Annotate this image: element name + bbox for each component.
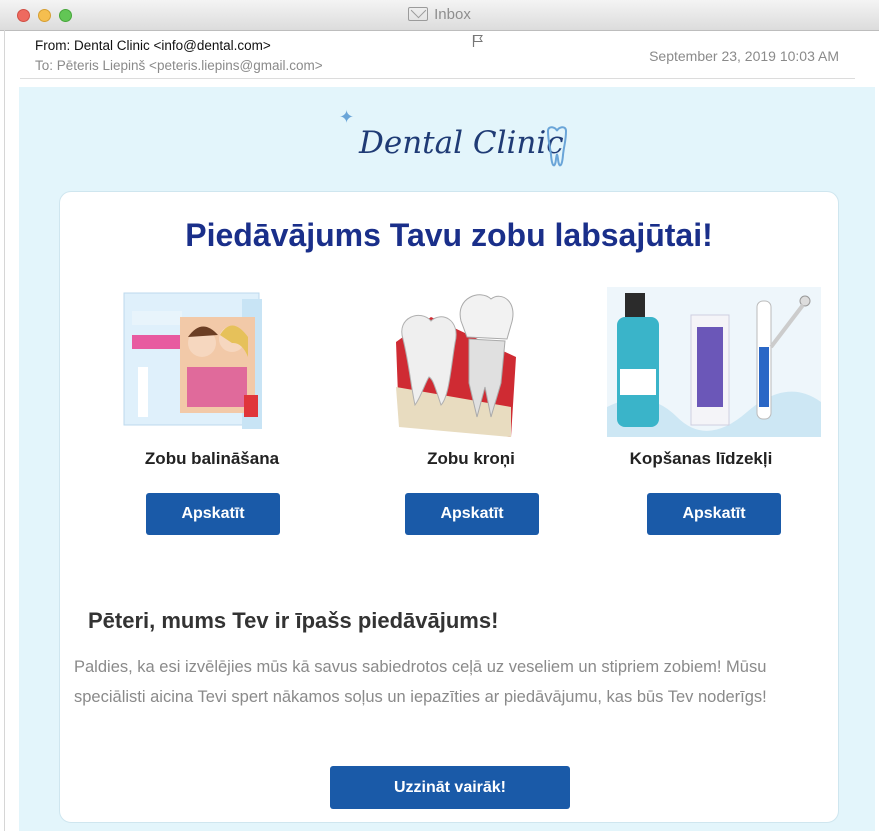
- tooth-icon: [546, 126, 568, 167]
- message-header: From: Dental Clinic <info@dental.com> To…: [20, 30, 855, 79]
- product-name: Kopšanas līdzekļi: [629, 449, 773, 468]
- window-title-label: Inbox: [434, 6, 471, 23]
- message-date: September 23, 2019 10:03 AM: [649, 48, 839, 64]
- flag-icon[interactable]: [472, 34, 484, 51]
- sender: From: Dental Clinic <info@dental.com>: [35, 38, 271, 53]
- view-oral-care-button[interactable]: Apskatīt: [647, 493, 781, 535]
- window-titlebar: Inbox: [0, 0, 879, 31]
- window-title: Inbox: [0, 0, 879, 30]
- view-whitening-button[interactable]: Apskatīt: [146, 493, 280, 535]
- offer-subheading: Pēteri, mums Tev ir īpašs piedāvājums!: [88, 608, 499, 633]
- view-crowns-button[interactable]: Apskatīt: [405, 493, 539, 535]
- offer-headline: Piedāvājums Tavu zobu labsajūtai!: [185, 217, 713, 253]
- recipient: To: Pēteris Liepinš <peteris.liepins@gma…: [35, 58, 323, 73]
- offer-card: Piedāvājums Tavu zobu labsajūtai! Zobu b…: [59, 191, 839, 823]
- window-border: [4, 30, 5, 831]
- logo-text: Dental Clinic: [359, 125, 564, 161]
- product-name: Zobu kroņi: [427, 449, 515, 468]
- envelope-icon: [408, 7, 429, 21]
- email-body: ✦ Dental Clinic Piedāvājums Tavu zobu la…: [19, 87, 875, 831]
- offer-paragraph: Paldies, ka esi izvēlējies mūs kā savus …: [74, 658, 767, 706]
- tooth-crown-image: [396, 294, 516, 437]
- whitening-kit-image: [123, 292, 262, 429]
- learn-more-button[interactable]: Uzzināt vairāk!: [330, 766, 570, 809]
- sparkle-icon: ✦: [339, 107, 355, 127]
- product-name: Zobu balināšana: [144, 449, 280, 468]
- oral-care-products-image: [607, 287, 821, 437]
